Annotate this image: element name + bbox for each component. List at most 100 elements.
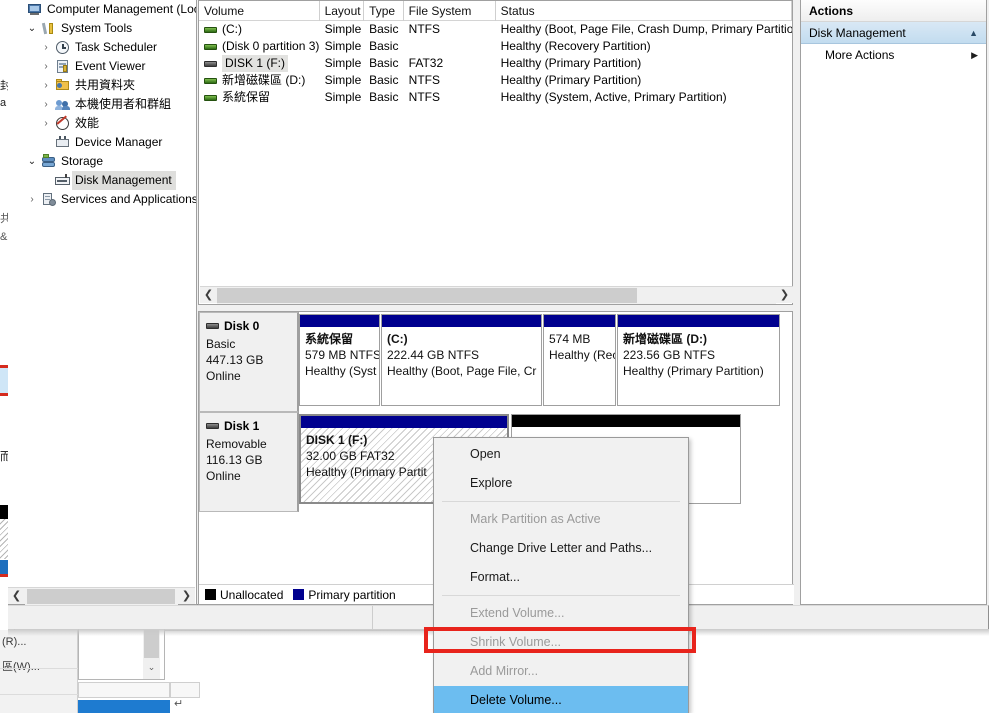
volume-name-label: 系統保留 <box>222 90 271 104</box>
chevron-right-icon[interactable]: › <box>38 95 54 114</box>
volume-row[interactable]: (C:) Simple Basic NTFS Healthy (Boot, Page F… <box>199 21 792 38</box>
scroll-right-icon[interactable]: ❯ <box>178 588 195 605</box>
volume-row[interactable]: DISK 1 (F:) Simple Basic FAT32 Healthy (Prim… <box>199 55 792 72</box>
background-selected-row <box>0 368 8 394</box>
scroll-thumb[interactable] <box>27 588 175 604</box>
chevron-right-icon[interactable]: › <box>38 114 54 133</box>
volume-context-menu: Open Explore Mark Partition as Active Chang… <box>433 437 689 713</box>
tree-item-services-and-applications[interactable]: › Services and Applications <box>8 190 196 209</box>
volume-list-horizontal-scrollbar[interactable]: ❮ ❯ <box>200 286 793 304</box>
disk-info-panel[interactable]: Disk 1 Removable 116.13 GB Online <box>199 412 299 512</box>
partition-status-label: Healthy (Primary Partition) <box>623 364 764 378</box>
volume-row[interactable]: (Disk 0 partition 3) Simple Basic Healthy (… <box>199 38 792 55</box>
volume-column-header-file-system[interactable]: File System <box>404 1 496 21</box>
menu-item-shrink-volume: Shrink Volume... <box>470 635 562 649</box>
tree-item-computer-management-local[interactable]: Computer Management (Local <box>8 0 196 19</box>
chevron-right-icon[interactable]: › <box>24 190 40 209</box>
action-item-more-actions[interactable]: More Actions ▶ <box>801 44 986 66</box>
tree-item-label: Disk Management <box>72 171 176 190</box>
legend-swatch <box>205 589 216 600</box>
volume-list-rows: (C:) Simple Basic NTFS Healthy (Boot, Page F… <box>199 21 792 106</box>
scroll-thumb[interactable] <box>217 287 637 303</box>
tree-item-label: 效能 <box>75 116 100 130</box>
tree-item-item-6[interactable]: › 效能 <box>8 114 196 133</box>
volume-column-header-layout[interactable]: Layout <box>320 1 365 21</box>
volume-name-label: (C:) <box>222 22 242 36</box>
volume-name-label: (Disk 0 partition 3) <box>222 39 320 53</box>
volume-name-label: 新增磁碟區 (D:) <box>222 73 306 87</box>
volume-cell-filesystem <box>404 38 496 55</box>
tools-icon <box>40 19 58 38</box>
menu-item-format[interactable]: Format... <box>434 563 688 592</box>
tree-item-item-4[interactable]: › 共用資料夾 <box>8 76 196 95</box>
tree-item-task-scheduler[interactable]: › Task Scheduler <box>8 38 196 57</box>
tree-horizontal-scrollbar[interactable]: ❮ ❯ <box>8 587 195 605</box>
volume-row[interactable]: 系統保留 Simple Basic NTFS Healthy (System, Acti… <box>199 89 792 106</box>
disk-name-label: Disk 0 <box>224 319 260 333</box>
menu-item-delete-volume[interactable]: Delete Volume... <box>434 686 688 713</box>
tree-item-storage[interactable]: ⌄ Storage <box>8 152 196 171</box>
actions-panel: Actions Disk Management ▲ More Actions ▶ <box>800 0 987 605</box>
menu-item-open[interactable]: Open <box>434 440 688 469</box>
scroll-left-icon[interactable]: ❮ <box>200 287 217 304</box>
disk-title: Disk 1 <box>206 419 297 433</box>
scroll-left-icon[interactable]: ❮ <box>8 588 25 605</box>
tree-item-device-manager[interactable]: Device Manager <box>8 133 196 152</box>
disk-size-label: 447.13 GB <box>206 353 264 367</box>
actions-group-disk-management[interactable]: Disk Management ▲ <box>801 22 986 44</box>
partition-size-label: 574 MB <box>549 332 591 346</box>
partition-box[interactable]: 574 MB Healthy (Rec <box>543 314 616 406</box>
chevron-down-icon[interactable]: ⌄ <box>24 152 40 171</box>
volume-type-icon <box>204 60 217 67</box>
chevron-down-icon[interactable]: ⌄ <box>24 19 40 38</box>
partition-box[interactable]: (C:) 222.44 GB NTFS Healthy (Boot, Page Fi… <box>381 314 542 406</box>
volume-column-header-status[interactable]: Status <box>496 1 792 21</box>
partition-status-label: Healthy (Rec <box>549 348 615 362</box>
scroll-track[interactable] <box>217 286 776 304</box>
scroll-track[interactable] <box>25 587 178 605</box>
volume-cell-volume: (Disk 0 partition 3) <box>199 38 320 55</box>
actions-group-label: Disk Management <box>809 25 906 40</box>
disk-info-panel[interactable]: Disk 0 Basic 447.13 GB Online <box>199 312 299 412</box>
volume-column-header-volume[interactable]: Volume <box>199 1 320 21</box>
background-text-fragment-3: 而 <box>0 451 8 463</box>
volume-cell-volume: (C:) <box>199 21 320 38</box>
menu-item-explore[interactable]: Explore <box>434 469 688 498</box>
disk-name-label: Disk 1 <box>224 419 260 433</box>
partition-color-bar <box>618 315 779 327</box>
tree-item-item-5[interactable]: › 本機使用者和群組 <box>8 95 196 114</box>
volume-column-header-type[interactable]: Type <box>364 1 404 21</box>
action-item-label: More Actions <box>825 48 895 62</box>
partition-box[interactable]: 系統保留 579 MB NTFS Healthy (Syst <box>299 314 380 406</box>
volume-cell-status: Healthy (Recovery Partition) <box>500 39 651 53</box>
chevron-right-icon[interactable]: › <box>38 76 54 95</box>
tree-item-label: Task Scheduler <box>75 40 158 54</box>
volume-cell-type: Basic <box>369 73 399 87</box>
volume-row[interactable]: 新增磁碟區 (D:) Simple Basic NTFS Healthy (Primar… <box>199 72 792 89</box>
background-annotation-line-3 <box>0 574 8 577</box>
tree-item-disk-management[interactable]: Disk Management <box>8 171 196 190</box>
tree-item-event-viewer[interactable]: › Event Viewer <box>8 57 196 76</box>
partition-color-bar <box>544 315 615 327</box>
menu-item-change-drive-letter-and-paths[interactable]: Change Drive Letter and Paths... <box>434 534 688 563</box>
partition-box[interactable]: 新增磁碟區 (D:) 223.56 GB NTFS Healthy (Primary… <box>617 314 780 406</box>
menu-item-extend-volume: Extend Volume... <box>470 606 565 620</box>
disk-type-label: Basic <box>206 337 236 351</box>
chevron-right-icon: ▶ <box>971 50 978 60</box>
chevron-right-icon[interactable]: › <box>38 57 54 76</box>
background-menu-separator-2 <box>0 694 78 695</box>
tree-item-label: Computer Management (Local <box>47 2 196 16</box>
tree-item-label: Device Manager <box>75 135 163 149</box>
tree-item-system-tools[interactable]: ⌄ System Tools <box>8 19 196 38</box>
actions-pane-title: Actions <box>801 0 986 22</box>
partition-size-label: 223.56 GB NTFS <box>623 348 716 362</box>
chevron-up-icon[interactable]: ▲ <box>969 22 978 44</box>
background-menu-item-2: 區(W)... <box>2 661 40 673</box>
partition-color-bar <box>512 415 740 427</box>
device-manager-icon <box>54 133 72 152</box>
scroll-right-icon[interactable]: ❯ <box>776 287 793 304</box>
partition-status-label: Healthy (Syst <box>305 364 377 378</box>
clock-icon <box>54 38 72 57</box>
chevron-right-icon[interactable]: › <box>38 38 54 57</box>
volume-type-icon <box>204 94 217 101</box>
